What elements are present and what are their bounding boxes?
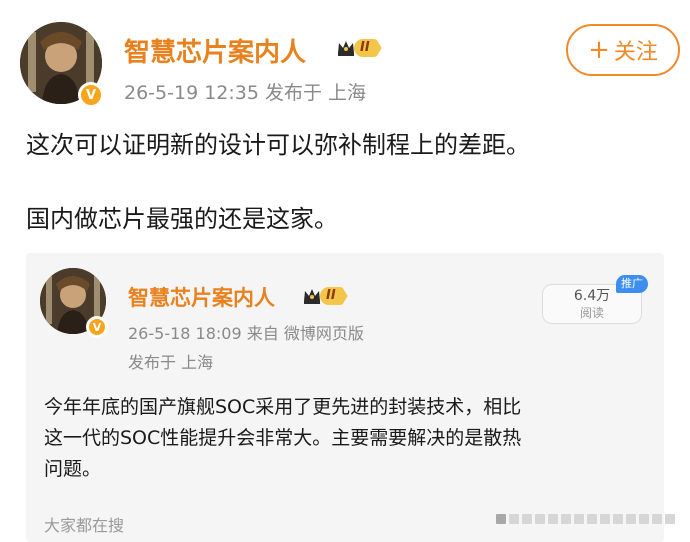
repost-level-label: II — [320, 287, 348, 305]
level-label: II — [354, 39, 382, 57]
repost-meta-line-2: 发布于 上海 — [128, 353, 214, 372]
repost-author-name[interactable]: 智慧芯片案内人 — [128, 282, 275, 312]
repost-verified-v-icon: V — [86, 316, 108, 338]
repost-text[interactable]: 今年年底的国产旗舰SOC采用了更先进的封装技术，相比 这一代的SOC性能提升会非… — [44, 392, 644, 485]
trending-search-label[interactable]: 大家都在搜 — [44, 512, 124, 536]
post-text-line-1: 这次可以证明新的设计可以弥补制程上的差距。 — [26, 131, 530, 159]
promo-tag: 推广 — [616, 275, 648, 293]
repost-text-line-3: 问题。 — [44, 458, 102, 480]
follow-label: 关注 — [613, 40, 658, 65]
crown-icon — [338, 41, 354, 56]
verified-v-icon: V — [78, 82, 104, 108]
repost-level-badge[interactable]: II — [302, 286, 348, 306]
follow-button[interactable]: + 关注 — [566, 24, 680, 76]
post-meta: 26-5-19 12:35 发布于 上海 — [124, 82, 367, 104]
plus-icon: + — [588, 35, 610, 65]
trending-placeholder — [496, 514, 675, 524]
views-label: 阅读 — [579, 306, 604, 320]
repost-meta-line-1: 26-5-18 18:09 来自 微博网页版 — [128, 324, 364, 343]
repost-text-line-1: 今年年底的国产旗舰SOC采用了更先进的封装技术，相比 — [44, 396, 522, 418]
post-text-line-2: 国内做芯片最强的还是这家。 — [26, 205, 338, 233]
repost-text-line-2: 这一代的SOC性能提升会非常大。主要需要解决的是散热 — [44, 427, 522, 449]
level-badge[interactable]: II — [336, 38, 382, 58]
author-name[interactable]: 智慧芯片案内人 — [124, 32, 306, 69]
repost-crown-icon — [304, 289, 320, 304]
